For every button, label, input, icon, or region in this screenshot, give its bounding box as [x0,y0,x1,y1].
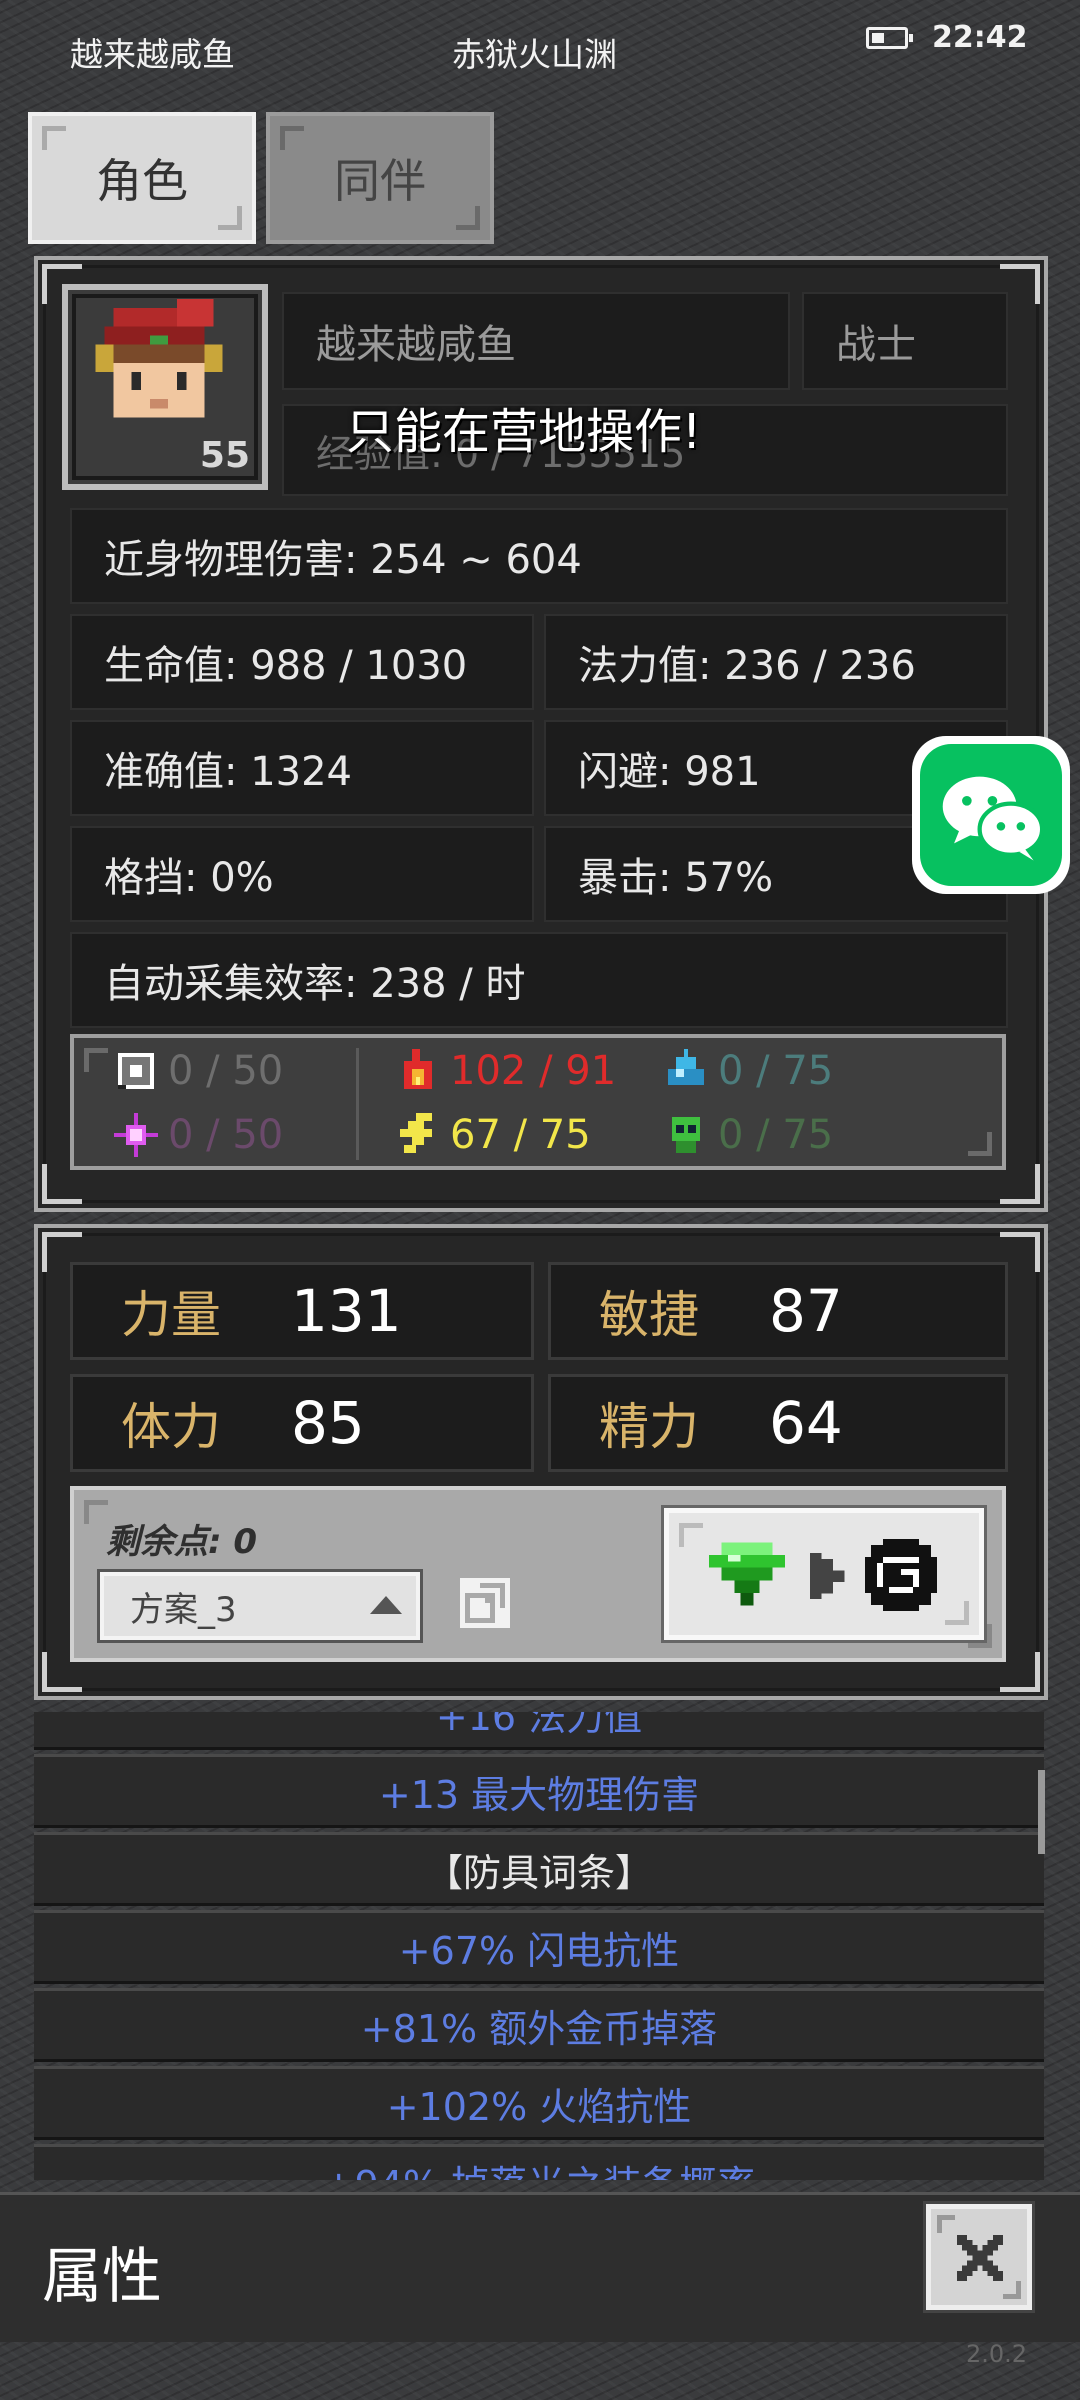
toast-message: 只能在营地操作! [346,404,702,460]
scrollbar-thumb[interactable] [1038,1770,1045,1854]
resistance-value: 0 / 50 [168,1048,284,1094]
block-stat: 格挡: 0% [70,826,534,922]
status-time: 22:42 [932,20,1028,55]
strength-attribute[interactable]: 力量 131 [70,1262,534,1360]
corner-ornament [679,1523,703,1547]
attribute-label: 精力 [599,1398,699,1456]
remaining-points: 剩余点: 0 [106,1522,258,1562]
battery-low-icon [866,27,913,49]
accuracy-stat: 准确值: 1324 [70,720,534,816]
panel-ornament [1000,1652,1040,1692]
swirl-orb-icon [865,1539,937,1611]
arcane-icon [114,1113,158,1157]
lightning-icon [400,1113,432,1153]
energy-attribute[interactable]: 精力 64 [548,1374,1008,1472]
corner-ornament [937,2215,955,2233]
close-button[interactable] [923,2201,1035,2313]
corner-ornament [84,1048,108,1072]
attribute-value: 64 [769,1389,843,1457]
status-left-text: 越来越咸鱼 [70,35,235,74]
corner-ornament [1003,2281,1021,2299]
list-item: +67% 闪电抗性 [34,1910,1044,1984]
mp-stat: 法力值: 236 / 236 [544,614,1008,710]
avatar[interactable]: 55 [62,284,268,490]
export-icon[interactable] [460,1578,510,1628]
panel-ornament [1000,1164,1040,1204]
list-item: +81% 额外金币掉落 [34,1988,1044,2062]
character-level: 55 [199,435,250,476]
character-name: 越来越咸鱼 [282,292,790,390]
gem-convert-button[interactable] [661,1505,987,1643]
plan-selected-value: 方案_3 [130,1589,237,1630]
fire-resistance: 102 / 91 [396,1048,616,1094]
list-item: +94% 掉落光之装备概率 [34,2144,1044,2180]
attribute-value: 87 [769,1277,843,1345]
corner-ornament [945,1601,969,1625]
poison-resistance: 0 / 75 [664,1112,833,1158]
list-item: +13 最大物理伤害 [34,1754,1044,1828]
resistance-value: 102 / 91 [450,1048,617,1094]
vitality-attribute[interactable]: 体力 85 [70,1374,534,1472]
arcane-resistance: 0 / 50 [114,1112,283,1158]
corner-ornament [968,1132,992,1156]
resistance-panel: 0 / 50 102 / 91 0 / 75 0 / 50 67 / 75 0 … [70,1034,1006,1170]
panel-ornament [42,1164,82,1204]
wechat-icon [920,744,1062,886]
corner-ornament [218,206,242,230]
divider [356,1048,359,1160]
tab-label: 同伴 [334,154,426,208]
attribute-value: 131 [291,1277,402,1345]
list-item: +16 法力值 [34,1712,1044,1750]
attribute-label: 力量 [121,1286,221,1344]
resistance-value: 0 / 75 [718,1048,834,1094]
poison-icon [672,1117,700,1153]
attribute-label: 敏捷 [599,1286,699,1344]
gather-efficiency-stat: 自动采集效率: 238 / 时 [70,932,1008,1028]
list-item: +102% 火焰抗性 [34,2066,1044,2140]
close-icon [957,2235,1003,2281]
character-class: 战士 [802,292,1008,390]
chevron-up-icon [370,1596,402,1614]
resistance-value: 0 / 50 [168,1112,284,1158]
physical-resistance: 0 / 50 [114,1048,283,1094]
water-icon [668,1049,704,1085]
plan-dropdown[interactable]: 方案_3 [97,1569,423,1643]
version-label: 2.0.2 [966,2340,1028,2368]
list-section-header: 【防具词条】 [34,1832,1044,1906]
resistance-value: 0 / 75 [718,1112,834,1158]
arrow-right-icon [809,1553,845,1599]
resistance-value: 67 / 75 [450,1112,591,1158]
tab-companion[interactable]: 同伴 [266,112,494,244]
melee-damage-stat: 近身物理伤害: 254 ~ 604 [70,508,1008,604]
lightning-resistance: 67 / 75 [396,1112,591,1158]
status-center-text: 赤狱火山渊 [452,35,617,74]
corner-ornament [84,1500,108,1524]
attribute-label: 体力 [121,1398,221,1456]
corner-ornament [456,206,480,230]
wechat-float-button[interactable] [912,736,1070,894]
green-gem-icon [709,1542,785,1606]
corner-ornament [280,126,304,150]
tab-character[interactable]: 角色 [28,112,256,244]
points-panel: 剩余点: 0 方案_3 [70,1486,1006,1662]
bottom-bar [0,2192,1080,2342]
water-resistance: 0 / 75 [664,1048,833,1094]
agility-attribute[interactable]: 敏捷 87 [548,1262,1008,1360]
corner-ornament [42,126,66,150]
fire-icon [404,1049,432,1089]
tab-label: 角色 [96,154,188,208]
hp-stat: 生命值: 988 / 1030 [70,614,534,710]
affix-list[interactable]: +16 法力值 +13 最大物理伤害 【防具词条】 +67% 闪电抗性 +81%… [34,1712,1048,2180]
attribute-value: 85 [291,1389,365,1457]
physical-icon [118,1053,154,1089]
page-title: 属性 [42,2242,162,2312]
